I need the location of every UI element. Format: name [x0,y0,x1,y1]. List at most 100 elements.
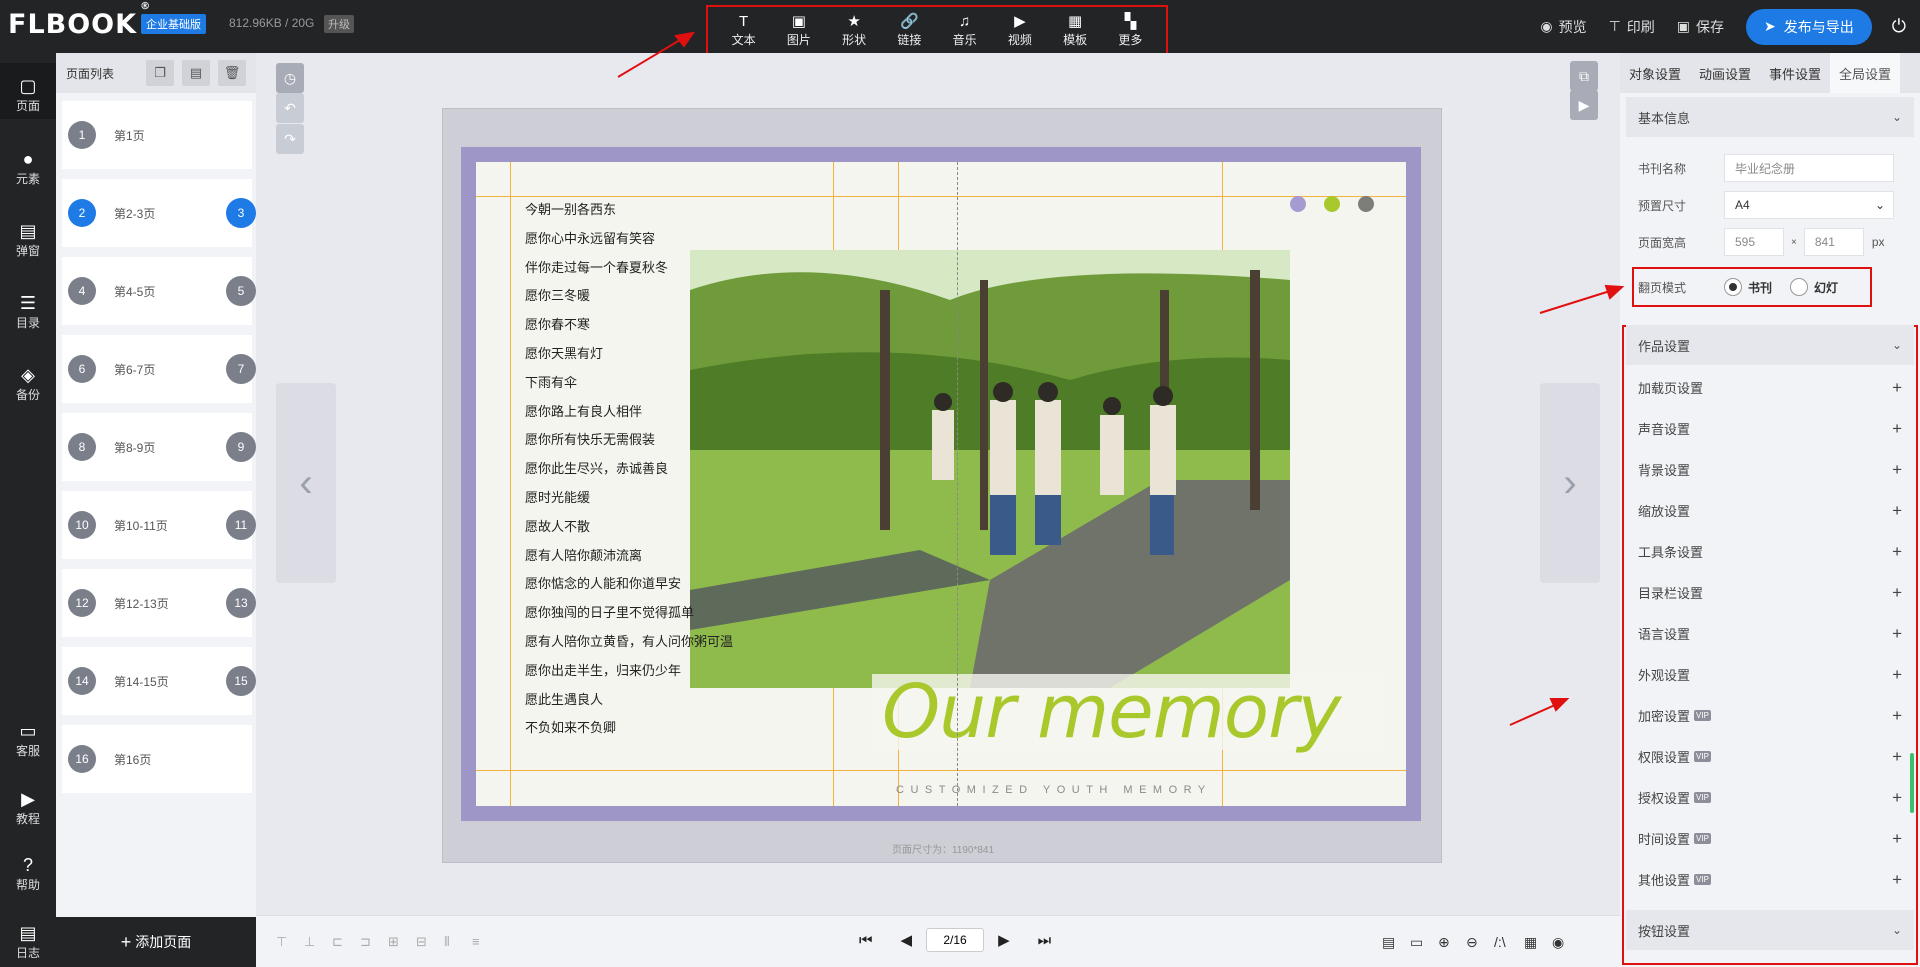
nav-tutorial[interactable]: ▶ 教程 [0,776,56,832]
page-thumbnail[interactable]: 14 第14-15页 15 [62,647,256,715]
delete-page-icon[interactable]: 🗑 [218,60,246,86]
align-bottom-icon[interactable]: ⊥ [304,934,315,950]
book-spread[interactable]: 今朝一别各西东 愿你心中永远留有笑容 伴你走过每一个春夏秋冬 愿你三冬暖 愿你春不寒 愿你… [461,147,1421,821]
poem-line: 愿你所有快乐无需假装 [525,432,656,448]
tool-link[interactable]: 🔗 链接 [883,13,935,48]
flip-book-radio[interactable] [1724,278,1742,296]
nav-log[interactable]: ▤ 日志 [0,910,56,966]
zoom-out-icon[interactable]: ⊖ [1466,934,1478,951]
tab-2[interactable]: 事件设置 [1760,53,1830,93]
nav-popup[interactable]: ▤ 弹窗 [0,208,56,264]
basic-info-header[interactable]: 基本信息 ⌄ [1626,97,1914,137]
nav-toc[interactable]: ☰ 目录 [0,280,56,336]
zoom-in-icon[interactable]: ⊕ [1438,934,1450,951]
setting-row[interactable]: 背景设置 + [1626,449,1914,490]
page-thumbnail[interactable]: 1 第1页 [62,101,252,169]
page-width-input[interactable]: 595 [1724,228,1784,256]
nav-backup[interactable]: ◈ 备份 [0,352,56,408]
memory-subtitle[interactable]: CUSTOMIZED YOUTH MEMORY [896,784,1212,796]
tool-more[interactable]: ▚ 更多 [1104,13,1156,48]
tool-text[interactable]: T 文本 [718,13,770,48]
poem-line: 愿此生遇良人 [525,691,604,707]
setting-row[interactable]: 权限设置 VIP + [1626,736,1914,777]
tool-template[interactable]: ▦ 模板 [1049,13,1101,48]
notes-icon[interactable]: ▤ [1382,934,1395,951]
page-thumbnail[interactable]: 16 第16页 [62,725,252,793]
upgrade-button[interactable]: 升级 [324,15,354,33]
setting-row[interactable]: 目录栏设置 + [1626,572,1914,613]
distribute-v-icon[interactable]: ≡ [472,934,480,949]
book-page[interactable]: 今朝一别各西东 愿你心中永远留有笑容 伴你走过每一个春夏秋冬 愿你三冬暖 愿你春不寒 愿你… [476,162,1406,806]
page-number-input[interactable] [926,928,985,952]
align-right-icon[interactable]: ⊐ [360,934,371,950]
align-hcenter-icon[interactable]: ⊟ [416,934,427,950]
preset-size-select[interactable]: A4 ⌄ [1724,191,1894,219]
setting-row[interactable]: 加载页设置 + [1626,367,1914,408]
setting-row[interactable]: 缩放设置 + [1626,490,1914,531]
page-height-input[interactable]: 841 [1803,228,1864,256]
poem-text[interactable]: 今朝一别各西东 愿你心中永远留有笑容 伴你走过每一个春夏秋冬 愿你三冬暖 愿你春不寒 愿你… [525,196,733,743]
next-page-icon[interactable]: ▶ [998,931,1010,949]
book-name-input[interactable]: 毕业纪念册 [1724,154,1894,182]
prev-page-icon[interactable]: ◀ [901,931,913,949]
tool-image[interactable]: ▣ 图片 [773,13,825,48]
publish-button[interactable]: ➤ 发布与导出 [1746,8,1872,45]
tab-1[interactable]: 动画设置 [1690,53,1760,93]
tool-video[interactable]: ▶ 视频 [994,13,1046,48]
page-thumbnail[interactable]: 6 第6-7页 7 [62,335,256,403]
align-left-icon[interactable]: ⊏ [332,934,343,950]
setting-row[interactable]: 授权设置 VIP + [1626,777,1914,818]
next-page-arrow[interactable]: › [1540,383,1600,583]
tab-0[interactable]: 对象设置 [1620,53,1690,93]
align-top-icon[interactable]: ⊤ [276,934,287,950]
add-page-button[interactable]: + 添加页面 [56,917,256,967]
print-button[interactable]: ⊤ 印刷 [1609,17,1655,37]
redo-icon[interactable]: ↷ [276,124,304,154]
nav-element[interactable]: ● 元素 [0,136,56,192]
power-icon[interactable]: ⏻ [1892,16,1906,37]
log-icon: ▤ [19,923,37,943]
align-vcenter-icon[interactable]: ⊞ [388,934,399,950]
setting-row[interactable]: 时间设置 VIP + [1626,818,1914,859]
tool-music[interactable]: ♫ 音乐 [939,13,991,48]
tool-star[interactable]: ★ 形状 [828,13,880,48]
nav-page[interactable]: ▢ 页面 [0,63,56,119]
page-thumbnail[interactable]: 8 第8-9页 9 [62,413,256,481]
group-photo[interactable] [690,250,1290,688]
distribute-h-icon[interactable]: ⦀ [444,934,450,950]
page-thumbnail[interactable]: 2 第2-3页 3 [62,179,256,247]
tab-3[interactable]: 全局设置 [1830,53,1900,93]
page-thumbnail[interactable]: 12 第12-13页 13 [62,569,256,637]
undo-icon[interactable]: ↶ [276,93,304,123]
setting-row[interactable]: 语言设置 + [1626,613,1914,654]
page-thumbnail[interactable]: 4 第4-5页 5 [62,257,256,325]
nav-service[interactable]: ▭ 客服 [0,708,56,764]
preview-button[interactable]: ◉ 预览 [1540,17,1586,37]
page-thumbnail[interactable]: 10 第10-11页 11 [62,491,256,559]
copy-page-icon[interactable]: ❐ [146,60,174,86]
setting-row[interactable]: 其他设置 VIP + [1626,859,1914,900]
page-view-icon[interactable]: ⧉ [1570,61,1598,91]
prev-page-arrow[interactable]: ‹ [276,383,336,583]
first-page-icon[interactable]: ⏮ [859,932,873,949]
grid-icon[interactable]: ▦ [1524,934,1537,951]
duplicate-page-icon[interactable]: ▤ [182,60,210,86]
setting-row[interactable]: 工具条设置 + [1626,531,1914,572]
settings-icon[interactable]: ◉ [1552,934,1564,951]
plus-icon: + [120,931,132,952]
play-icon[interactable]: ▶ [1570,90,1598,120]
history-icon[interactable]: ◷ [276,63,304,93]
scrollbar[interactable] [1910,753,1914,813]
memory-title[interactable]: Our memory [872,674,1382,750]
flip-slide-radio[interactable] [1790,278,1809,296]
nav-help[interactable]: ? 帮助 [0,842,56,898]
fit-icon[interactable]: /:\ [1494,934,1506,950]
setting-row[interactable]: 外观设置 + [1626,654,1914,695]
save-button[interactable]: ▣ 保存 [1677,17,1724,37]
ruler-icon[interactable]: ▭ [1410,934,1423,951]
last-page-icon[interactable]: ⏭ [1038,932,1052,949]
setting-row[interactable]: 加密设置 VIP + [1626,695,1914,736]
setting-row[interactable]: 声音设置 + [1626,408,1914,449]
button-settings-header[interactable]: 按钮设置 ⌄ [1626,910,1914,950]
work-settings-header[interactable]: 作品设置 ⌄ [1626,325,1914,365]
